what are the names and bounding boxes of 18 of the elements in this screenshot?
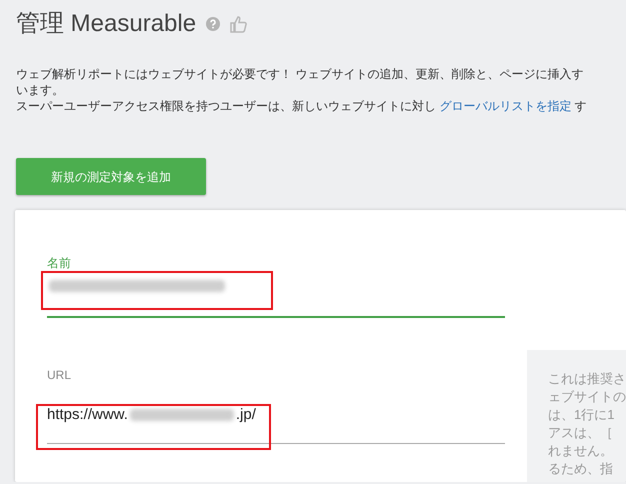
add-measurable-button[interactable]: 新規の測定対象を追加 xyxy=(16,158,206,195)
field-label: 名前 xyxy=(47,256,72,270)
thumbs-up-icon[interactable] xyxy=(230,15,248,33)
intro-text: スーパーユーザーアクセス権限を持つユーザーは、新しいウェブサイトに対し xyxy=(16,99,437,113)
intro-text: す xyxy=(574,99,587,113)
input-field[interactable]: https://www. .jp/ xyxy=(47,400,505,444)
page-title: 管理 Measurable xyxy=(16,9,196,39)
intro-text: います。 xyxy=(16,82,65,98)
intro-text: ウェブ解析リポートにはウェブサイトが必要です！ ウェブサイトの追加、更新、削除と、ページに挿入す xyxy=(16,66,584,82)
global-list-link[interactable]: グローバルリストを指定 xyxy=(439,99,572,113)
help-text: これは推奨さ xyxy=(548,370,626,388)
help-text: れません。 xyxy=(548,442,614,460)
field-label: URL xyxy=(47,368,72,382)
help-icon[interactable] xyxy=(206,17,220,31)
help-text: は、1行に1 xyxy=(548,406,616,424)
help-text: るため、指 xyxy=(548,460,614,478)
help-text: ェブサイトの xyxy=(548,388,626,406)
help-text: アスは、［ xyxy=(548,424,614,442)
